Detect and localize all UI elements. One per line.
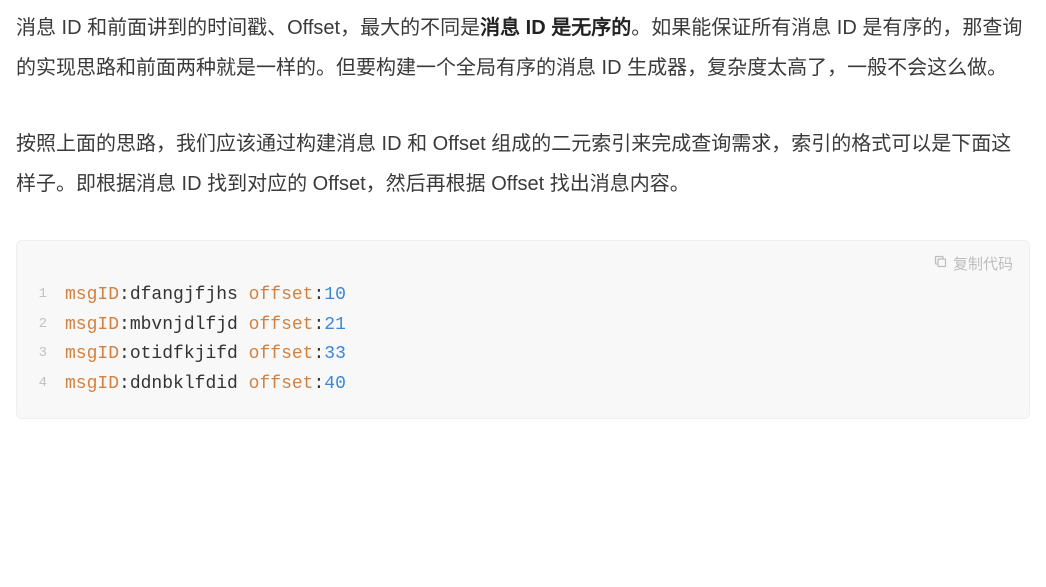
paragraph-1: 消息 ID 和前面讲到的时间戳、Offset，最大的不同是消息 ID 是无序的。… — [16, 8, 1030, 88]
code-line: 2msgID:mbvnjdlfjd offset:21 — [31, 311, 1015, 341]
code-line: 1msgID:dfangjfjhs offset:10 — [31, 281, 1015, 311]
para1-bold: 消息 ID 是无序的 — [480, 17, 631, 39]
code-text: msgID:mbvnjdlfjd offset:21 — [65, 311, 346, 341]
para1-text-before: 消息 ID 和前面讲到的时间戳、Offset，最大的不同是 — [16, 17, 480, 39]
line-number: 2 — [31, 311, 65, 341]
code-block: 复制代码 1msgID:dfangjfjhs offset:102msgID:m… — [16, 240, 1030, 419]
line-number: 3 — [31, 340, 65, 370]
paragraph-2: 按照上面的思路，我们应该通过构建消息 ID 和 Offset 组成的二元索引来完… — [16, 124, 1030, 204]
copy-icon — [933, 254, 948, 273]
line-number: 4 — [31, 370, 65, 400]
code-text: msgID:otidfkjifd offset:33 — [65, 340, 346, 370]
copy-code-button[interactable]: 复制代码 — [933, 253, 1013, 274]
copy-code-label: 复制代码 — [953, 253, 1013, 274]
code-text: msgID:dfangjfjhs offset:10 — [65, 281, 346, 311]
code-lines: 1msgID:dfangjfjhs offset:102msgID:mbvnjd… — [31, 281, 1015, 400]
line-number: 1 — [31, 281, 65, 311]
code-line: 4msgID:ddnbklfdid offset:40 — [31, 370, 1015, 400]
code-line: 3msgID:otidfkjifd offset:33 — [31, 340, 1015, 370]
code-text: msgID:ddnbklfdid offset:40 — [65, 370, 346, 400]
